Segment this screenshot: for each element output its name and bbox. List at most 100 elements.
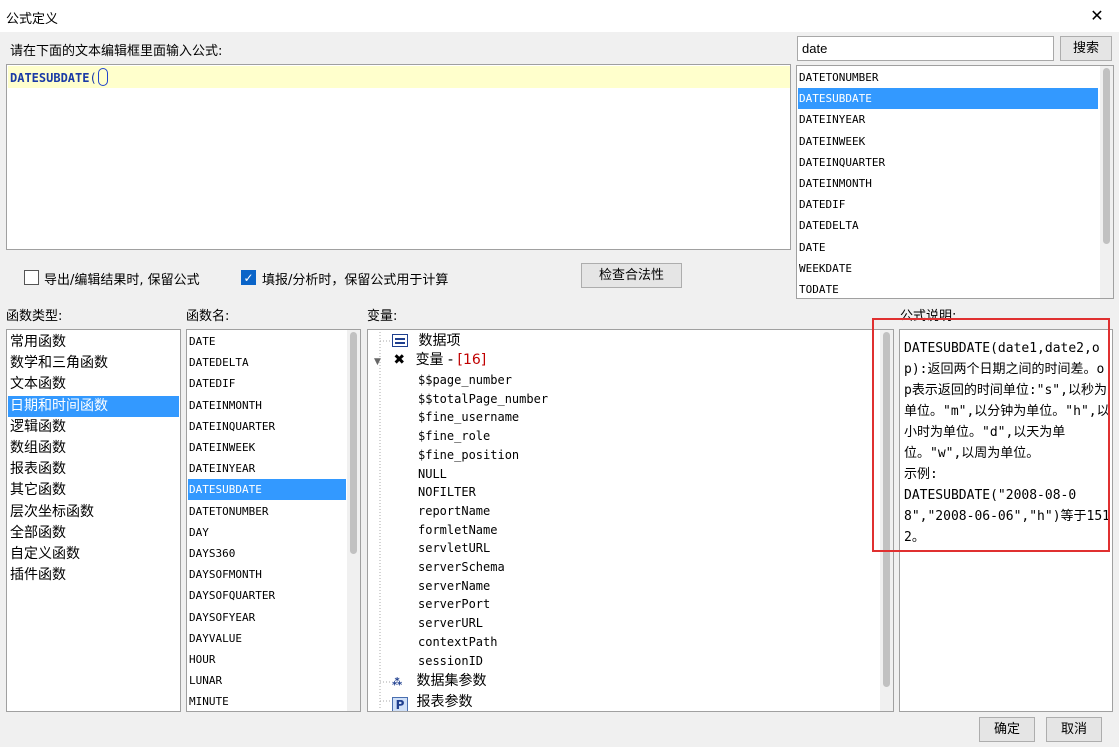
variable-item[interactable]: $$totalPage_number	[418, 390, 548, 409]
variable-item[interactable]: servletURL	[418, 539, 490, 558]
fill-keep-formula-label: 填报/分析时，保留公式用于计算	[262, 273, 449, 288]
close-button[interactable]: ✕	[1084, 4, 1110, 28]
variable-item[interactable]: NULL	[418, 465, 447, 484]
variable-item[interactable]: contextPath	[418, 633, 497, 652]
variable-tree: 数据项 ▼ ✖ 变量 - [16] $$page_number $$totalPa…	[367, 329, 894, 712]
tree-node-data-item[interactable]: 数据项	[392, 331, 460, 351]
dataset-params-icon: ⁂	[392, 677, 403, 688]
function-item[interactable]: DAYVALUE	[188, 628, 346, 649]
function-item[interactable]: DATEDELTA	[188, 352, 346, 373]
variable-item[interactable]: $fine_role	[418, 427, 490, 446]
function-list-scrollbar[interactable]	[347, 330, 360, 711]
variable-item[interactable]: serverURL	[418, 614, 483, 633]
function-item[interactable]: DATEINQUARTER	[188, 416, 346, 437]
cancel-button[interactable]: 取消	[1046, 717, 1102, 742]
tree-node-dataset-params[interactable]: ⁂ 数据集参数	[392, 671, 486, 691]
tree-collapse-icon[interactable]: ▼	[374, 357, 381, 367]
category-item[interactable]: 文本函数	[8, 374, 179, 395]
title-bar: 公式定义 ✕	[0, 0, 1119, 32]
editor-prompt: 请在下面的文本编辑框里面输入公式:	[10, 44, 223, 59]
variable-item[interactable]: $$page_number	[418, 371, 512, 390]
category-item[interactable]: 日期和时间函数	[8, 395, 179, 417]
search-result-item[interactable]: DATEDELTA	[798, 215, 1098, 236]
variable-item[interactable]: formletName	[418, 521, 497, 540]
variable-group-count: [16]	[457, 352, 487, 368]
current-line-highlight	[8, 66, 790, 88]
function-item[interactable]: DATETONUMBER	[188, 501, 346, 522]
variable-item[interactable]: serverName	[418, 577, 490, 596]
variable-header: 变量:	[367, 309, 398, 324]
function-item[interactable]: DAYSOFYEAR	[188, 607, 346, 628]
category-item[interactable]: 报表函数	[8, 459, 179, 480]
ok-button[interactable]: 确定	[979, 717, 1035, 742]
function-item[interactable]: DAYSOFQUARTER	[188, 585, 346, 606]
variable-item[interactable]: serverSchema	[418, 558, 505, 577]
category-item[interactable]: 自定义函数	[8, 544, 179, 565]
variable-group-label: 变量 -	[415, 352, 458, 368]
function-item[interactable]: DAY	[188, 522, 346, 543]
variable-item[interactable]: reportName	[418, 502, 490, 521]
data-item-label: 数据项	[418, 333, 461, 349]
function-item[interactable]: DATESUBDATE	[188, 479, 346, 501]
tree-guide-lines	[379, 332, 390, 710]
category-item[interactable]: 其它函数	[8, 480, 179, 501]
search-result-item[interactable]: WEEKDATE	[798, 258, 1098, 279]
function-item[interactable]: DAYS360	[188, 543, 346, 564]
function-item[interactable]: LUNAR	[188, 670, 346, 691]
search-result-item[interactable]: DATEINWEEK	[798, 131, 1098, 152]
category-item[interactable]: 逻辑函数	[8, 417, 179, 438]
export-keep-formula-label: 导出/编辑结果时, 保留公式	[44, 273, 200, 288]
formula-function-name: DATESUBDATE	[10, 71, 90, 85]
variable-item[interactable]: NOFILTER	[418, 483, 476, 502]
category-item[interactable]: 全部函数	[8, 523, 179, 544]
text-cursor	[97, 68, 108, 86]
export-keep-formula-checkbox[interactable]	[24, 270, 39, 285]
search-result-item[interactable]: DATEINYEAR	[798, 109, 1098, 130]
search-result-item[interactable]: DATETONUMBER	[798, 67, 1098, 88]
variable-item[interactable]: sessionID	[418, 652, 483, 671]
search-result-item[interactable]: DATE	[798, 237, 1098, 258]
report-params-label: 报表参数	[416, 694, 473, 710]
function-header: 函数名:	[186, 309, 230, 324]
tree-node-report-params[interactable]: P 报表参数	[392, 692, 473, 711]
category-item[interactable]: 插件函数	[8, 565, 179, 586]
category-item[interactable]: 数学和三角函数	[8, 353, 179, 374]
search-result-item[interactable]: DATEDIF	[798, 194, 1098, 215]
variable-item[interactable]: $fine_position	[418, 446, 519, 465]
function-item[interactable]: DATEINMONTH	[188, 395, 346, 416]
report-params-icon: P	[392, 697, 408, 711]
function-item[interactable]: DAYSOFMONTH	[188, 564, 346, 585]
category-item[interactable]: 层次坐标函数	[8, 502, 179, 523]
function-item[interactable]: DATEDIF	[188, 373, 346, 394]
variable-item[interactable]: serverPort	[418, 595, 490, 614]
search-button[interactable]: 搜索	[1060, 36, 1112, 61]
tree-node-variables[interactable]: ▼ ✖ 变量 - [16]	[374, 350, 486, 370]
function-item[interactable]: MINUTE	[188, 691, 346, 711]
fill-keep-formula-checkbox[interactable]: ✓	[241, 270, 256, 285]
search-results-scroll-thumb[interactable]	[1103, 68, 1110, 244]
variable-item[interactable]: $fine_username	[418, 408, 519, 427]
category-list: 常用函数 数学和三角函数 文本函数 日期和时间函数 逻辑函数 数组函数 报表函数 其它函数 层次…	[6, 329, 181, 712]
category-item[interactable]: 数组函数	[8, 438, 179, 459]
function-list: DATE DATEDELTA DATEDIF DATEINMONTH DATEINQUA…	[186, 329, 361, 712]
function-item[interactable]: DATEINYEAR	[188, 458, 346, 479]
formula-open-paren: (	[89, 71, 97, 85]
variable-group-icon: ✖	[393, 352, 406, 368]
function-item[interactable]: HOUR	[188, 649, 346, 670]
function-item[interactable]: DATE	[188, 331, 346, 352]
search-result-item[interactable]: TODATE	[798, 279, 1098, 298]
category-item[interactable]: 常用函数	[8, 332, 179, 353]
search-input[interactable]	[797, 36, 1054, 61]
formula-editor[interactable]: DATESUBDATE(	[6, 64, 791, 250]
search-results-list: DATETONUMBER DATESUBDATE DATEINYEAR DATEINW…	[796, 65, 1114, 299]
check-validity-button[interactable]: 检查合法性	[581, 263, 682, 288]
dataset-params-label: 数据集参数	[416, 673, 487, 689]
search-results-scrollbar[interactable]	[1100, 66, 1113, 298]
highlight-box	[872, 318, 1110, 552]
search-result-item[interactable]: DATEINQUARTER	[798, 152, 1098, 173]
search-result-item[interactable]: DATEINMONTH	[798, 173, 1098, 194]
search-result-item[interactable]: DATESUBDATE	[798, 88, 1098, 110]
function-list-scroll-thumb[interactable]	[350, 332, 357, 554]
function-item[interactable]: DATEINWEEK	[188, 437, 346, 458]
data-item-icon	[392, 334, 408, 347]
